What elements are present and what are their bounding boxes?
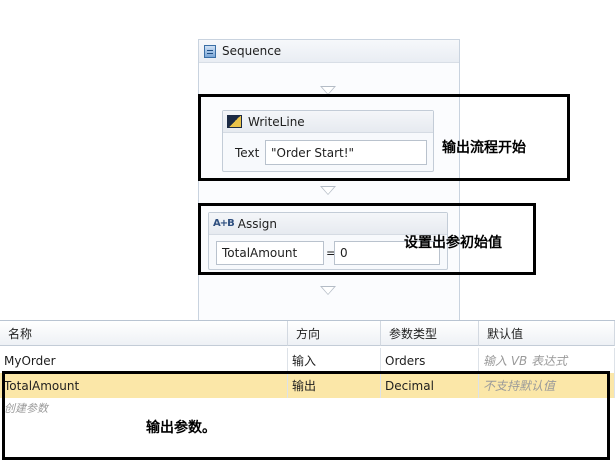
argument-type-cell[interactable]: Orders bbox=[381, 348, 479, 373]
argument-direction-cell[interactable]: 输入 bbox=[288, 348, 381, 373]
writeline-annotation: 输出流程开始 bbox=[442, 140, 526, 156]
argument-name-cell[interactable]: MyOrder bbox=[0, 348, 288, 373]
drop-arrow-icon[interactable] bbox=[320, 186, 336, 195]
sequence-title: Sequence bbox=[222, 44, 282, 58]
drop-arrow-icon[interactable] bbox=[320, 286, 336, 295]
params-annotation: 输出参数。 bbox=[146, 420, 216, 436]
sequence-header[interactable]: Sequence bbox=[199, 40, 459, 63]
argument-default-cell[interactable]: 输入 VB 表达式 bbox=[479, 348, 615, 373]
column-header-name[interactable]: 名称 bbox=[0, 321, 288, 346]
arguments-grid: 名称 方向 参数类型 默认值 MyOrder 输入 Orders 输入 VB 表… bbox=[0, 320, 615, 464]
column-header-default[interactable]: 默认值 bbox=[479, 321, 615, 346]
column-header-type[interactable]: 参数类型 bbox=[381, 321, 479, 346]
assign-annotation: 设置出参初始值 bbox=[404, 235, 502, 251]
params-highlight-box bbox=[2, 371, 610, 460]
column-header-direction[interactable]: 方向 bbox=[288, 321, 381, 346]
sequence-icon bbox=[204, 44, 216, 58]
table-row[interactable]: MyOrder 输入 Orders 输入 VB 表达式 bbox=[0, 348, 615, 373]
workflow-designer: Sequence WriteLine Text "Order Start!" A… bbox=[0, 0, 615, 321]
